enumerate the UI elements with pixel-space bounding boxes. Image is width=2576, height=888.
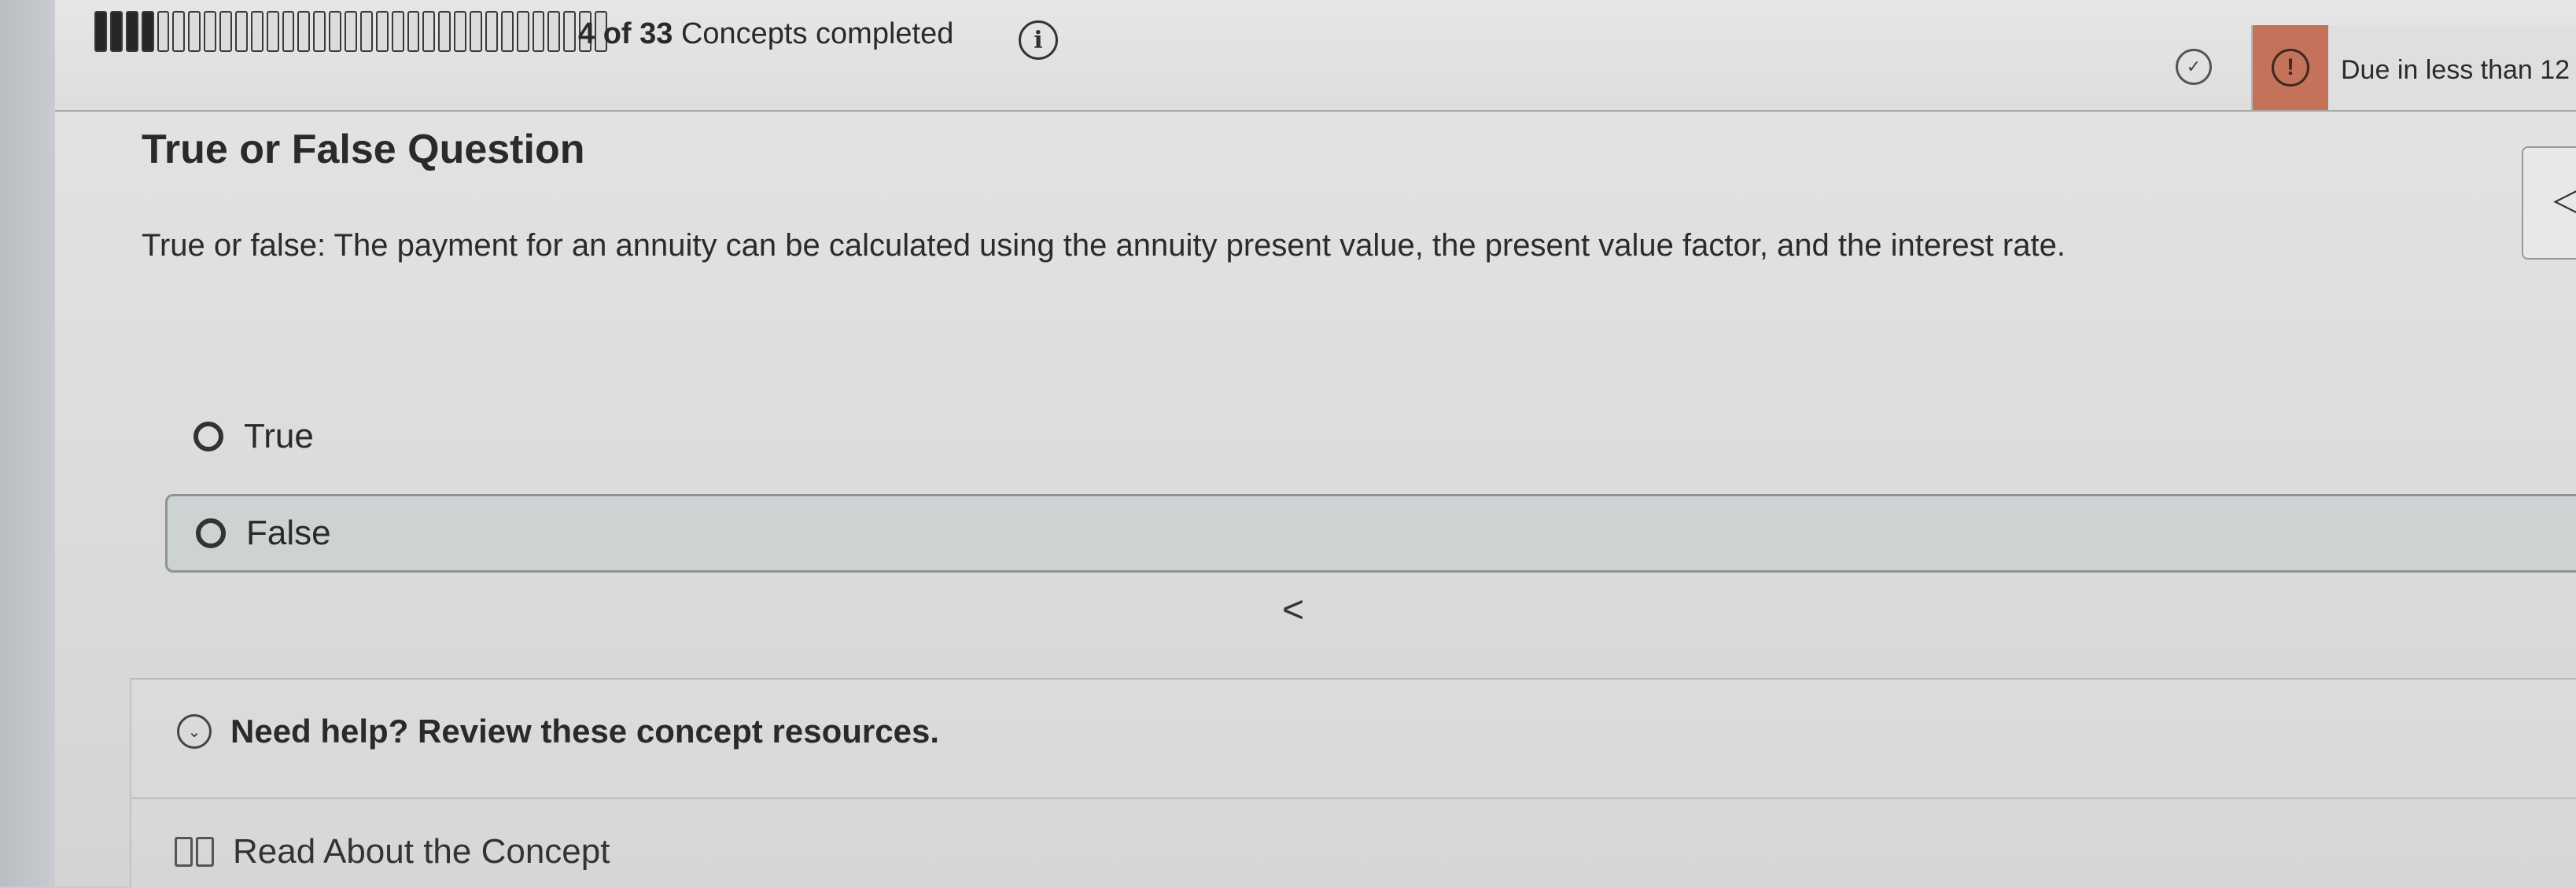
help-title: Need help? Review these concept resource…	[230, 713, 939, 750]
chevron-down-icon[interactable]: ⌄	[177, 714, 212, 749]
due-date-banner[interactable]: ! Due in less than 12 hou	[2251, 25, 2576, 110]
alert-badge: !	[2253, 25, 2328, 110]
progress-count: 4 of 33	[578, 17, 673, 50]
progress-segment	[516, 11, 529, 52]
progress-segment	[454, 11, 466, 52]
progress-segment	[438, 11, 451, 52]
progress-segment	[234, 11, 248, 52]
progress-segment	[313, 11, 326, 52]
progress-segment	[109, 11, 123, 52]
progress-segment	[219, 11, 232, 52]
progress-segment	[470, 11, 482, 52]
progress-segment	[204, 11, 216, 52]
question-type-title: True or False Question	[142, 127, 585, 172]
speaker-icon: ◁	[2553, 180, 2576, 219]
progress-segment	[532, 11, 545, 52]
progress-segment	[172, 11, 186, 52]
progress-segment	[500, 11, 514, 52]
progress-segment	[375, 11, 389, 52]
help-toggle[interactable]: ⌄ Need help? Review these concept resour…	[177, 713, 939, 750]
progress-segment	[282, 11, 295, 52]
book-icon	[175, 837, 214, 867]
progress-segment	[485, 11, 498, 52]
progress-segment	[329, 11, 341, 52]
progress-segment	[547, 11, 561, 52]
header-bar: 4 of 33 Concepts completed i ✓ ! Due in …	[55, 0, 2576, 112]
help-panel: ⌄ Need help? Review these concept resour…	[130, 678, 2576, 888]
radio-false[interactable]	[196, 518, 226, 548]
read-aloud-button[interactable]: ◁	[2522, 146, 2576, 260]
progress-segment	[250, 11, 263, 52]
resource-link-read[interactable]: Read About the Concept	[175, 832, 610, 871]
resource-label: Read About the Concept	[233, 832, 610, 871]
progress-segment	[188, 11, 201, 52]
due-text: Due in less than 12 hou	[2341, 55, 2576, 85]
chevron-left-icon: <	[1282, 589, 1305, 631]
progress-segment	[407, 11, 420, 52]
progress-segment	[563, 11, 577, 52]
option-label: False	[246, 514, 331, 552]
progress-segment	[157, 11, 170, 52]
question-prompt: True or false: The payment for an annuit…	[142, 228, 2066, 263]
option-label: True	[244, 417, 314, 455]
progress-text: 4 of 33 Concepts completed	[578, 17, 953, 51]
left-edge	[0, 0, 55, 886]
progress-segment	[141, 11, 154, 52]
info-icon[interactable]: i	[1019, 20, 1058, 60]
divider	[131, 798, 2576, 799]
option-false[interactable]: False	[165, 494, 2576, 573]
check-circle-icon[interactable]: ✓	[2176, 49, 2212, 85]
progress-segment	[125, 11, 138, 52]
alert-icon: !	[2272, 49, 2309, 87]
progress-bar	[94, 11, 607, 52]
progress-segment	[345, 11, 357, 52]
progress-segment	[359, 11, 373, 52]
progress-segment	[391, 11, 404, 52]
progress-segment	[297, 11, 311, 52]
progress-label: Concepts completed	[673, 17, 954, 50]
radio-true[interactable]	[193, 422, 223, 451]
option-true[interactable]: True	[165, 397, 2576, 476]
progress-segment	[266, 11, 279, 52]
progress-segment	[94, 11, 107, 52]
progress-segment	[422, 11, 436, 52]
